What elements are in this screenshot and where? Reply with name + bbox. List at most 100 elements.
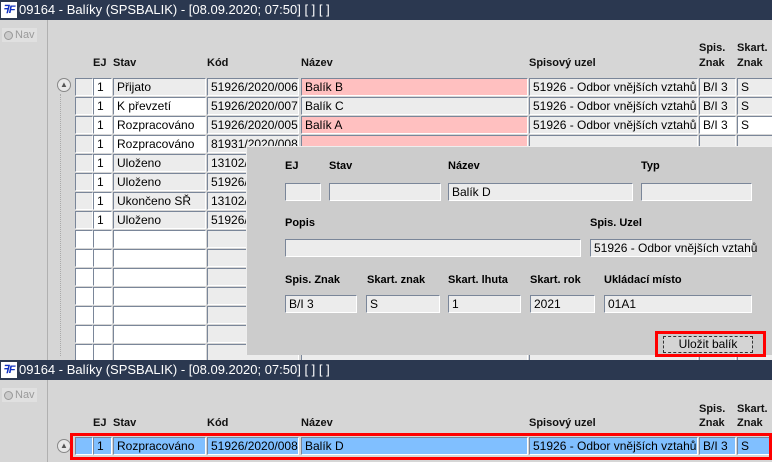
row-selector[interactable] <box>75 116 93 134</box>
row-selector[interactable] <box>75 192 93 210</box>
row-selector[interactable] <box>75 287 93 305</box>
header-skart-2: Znak <box>737 57 763 69</box>
popis-field[interactable] <box>285 239 581 257</box>
row-selector[interactable] <box>75 230 93 248</box>
cell-kod[interactable]: 51926/2020/005 <box>207 116 299 134</box>
ukladaci-misto-field[interactable]: 01A1 <box>604 295 752 313</box>
label-stav: Stav <box>329 160 353 172</box>
cell-uzel[interactable]: 51926 - Odbor vnějších vztahů <box>529 116 698 134</box>
row-selector[interactable] <box>75 78 93 96</box>
cell-ej[interactable]: 1 <box>93 192 112 210</box>
cell-spis[interactable]: B/I 3 <box>699 116 736 134</box>
highlight-frame <box>70 433 772 460</box>
cell-ej[interactable] <box>93 249 112 267</box>
row-selector[interactable] <box>75 97 93 115</box>
app-logo-icon: ꟻF <box>1 2 17 18</box>
cell-stav[interactable]: Rozpracováno <box>113 135 206 153</box>
window-title-bar-2: ꟻF 09164 - Balíky (SPSBALIK) - [08.09.20… <box>0 360 772 380</box>
cell-ej[interactable]: 1 <box>93 173 112 191</box>
cell-ej[interactable] <box>93 287 112 305</box>
cell-spis[interactable]: B/I 3 <box>699 97 736 115</box>
typ-field[interactable] <box>641 183 752 201</box>
nav-panel <box>0 20 48 360</box>
cell-stav[interactable]: K převzetí <box>113 97 206 115</box>
window-title-bar: ꟻF 09164 - Balíky (SPSBALIK) - [08.09.20… <box>0 0 772 20</box>
nav-radio-2[interactable]: Nav <box>2 388 37 402</box>
cell-stav[interactable] <box>113 249 206 267</box>
cell-ej[interactable]: 1 <box>93 154 112 172</box>
cell-ej[interactable]: 1 <box>93 78 112 96</box>
cell-spis[interactable]: B/I 3 <box>699 78 736 96</box>
label-nazev: Název <box>448 160 480 172</box>
cell-stav[interactable] <box>113 306 206 324</box>
ej-field[interactable] <box>285 183 321 201</box>
radio-icon <box>4 390 13 400</box>
label-popis: Popis <box>285 217 315 229</box>
cell-stav[interactable] <box>113 287 206 305</box>
cell-stav[interactable] <box>113 230 206 248</box>
header-ej: EJ <box>93 417 107 429</box>
cell-ej[interactable]: 1 <box>93 116 112 134</box>
header-uzel: Spisový uzel <box>529 417 596 429</box>
cell-stav[interactable]: Přijato <box>113 78 206 96</box>
cell-ej[interactable] <box>93 306 112 324</box>
cell-skart[interactable]: S <box>737 97 772 115</box>
row-selector[interactable] <box>75 154 93 172</box>
cell-skart[interactable]: S <box>737 78 772 96</box>
cell-ej[interactable]: 1 <box>93 135 112 153</box>
header-spis-2: Znak <box>699 57 725 69</box>
cell-stav[interactable]: Uloženo <box>113 173 206 191</box>
scroll-up-button[interactable]: ▲ <box>57 439 71 453</box>
skart-rok-field[interactable]: 2021 <box>530 295 595 313</box>
header-nazev: Název <box>301 417 333 429</box>
label-ukladaci-misto: Ukládací místo <box>604 274 682 286</box>
cell-stav[interactable]: Rozpracováno <box>113 116 206 134</box>
cell-stav[interactable]: Ukončeno SŘ <box>113 192 206 210</box>
save-package-button[interactable]: Uložit balík <box>663 336 753 353</box>
cell-ej[interactable]: 1 <box>93 97 112 115</box>
cell-nazev[interactable]: Balík C <box>301 97 528 115</box>
nav-label: Nav <box>15 389 35 401</box>
row-selector[interactable] <box>75 173 93 191</box>
skart-lhuta-field[interactable]: 1 <box>448 295 521 313</box>
nazev-field[interactable]: Balík D <box>448 183 633 201</box>
cell-ej[interactable] <box>93 325 112 343</box>
cell-ej[interactable] <box>93 230 112 248</box>
cell-stav[interactable]: Uloženo <box>113 154 206 172</box>
window-title: 09164 - Balíky (SPSBALIK) - [08.09.2020;… <box>19 362 330 377</box>
row-selector[interactable] <box>75 268 93 286</box>
label-skart-znak: Skart. znak <box>367 274 426 286</box>
nav-label: Nav <box>15 29 35 41</box>
row-selector[interactable] <box>75 211 93 229</box>
header-skart-2: Znak <box>737 417 763 429</box>
row-selector[interactable] <box>75 135 93 153</box>
scrollbar-track[interactable] <box>60 94 70 356</box>
cell-stav[interactable] <box>113 268 206 286</box>
cell-kod[interactable]: 51926/2020/007 <box>207 97 299 115</box>
header-kod: Kód <box>207 57 229 69</box>
cell-nazev[interactable]: Balík B <box>301 78 528 96</box>
spis-uzel-field[interactable]: 51926 - Odbor vnějších vztahů <box>590 239 757 257</box>
cell-stav[interactable] <box>113 325 206 343</box>
cell-uzel[interactable]: 51926 - Odbor vnějších vztahů <box>529 78 698 96</box>
nav-radio[interactable]: Nav <box>2 28 37 42</box>
label-spis-znak: Spis. Znak <box>285 274 341 286</box>
header-ej: EJ <box>93 57 107 69</box>
row-selector[interactable] <box>75 306 93 324</box>
stav-field[interactable] <box>329 183 441 201</box>
scroll-up-button[interactable]: ▲ <box>57 78 71 92</box>
row-selector[interactable] <box>75 325 93 343</box>
header-stav: Stav <box>113 57 137 69</box>
label-skart-lhuta: Skart. lhuta <box>448 274 508 286</box>
cell-stav[interactable]: Uloženo <box>113 211 206 229</box>
cell-ej[interactable]: 1 <box>93 211 112 229</box>
spis-znak-field[interactable]: B/I 3 <box>285 295 357 313</box>
skart-znak-field[interactable]: S <box>366 295 440 313</box>
cell-nazev[interactable]: Balík A <box>301 116 528 134</box>
cell-kod[interactable]: 51926/2020/006 <box>207 78 299 96</box>
cell-uzel[interactable]: 51926 - Odbor vnějších vztahů <box>529 97 698 115</box>
cell-ej[interactable] <box>93 268 112 286</box>
radio-icon <box>4 30 13 40</box>
cell-skart[interactable]: S <box>737 116 772 134</box>
row-selector[interactable] <box>75 249 93 267</box>
